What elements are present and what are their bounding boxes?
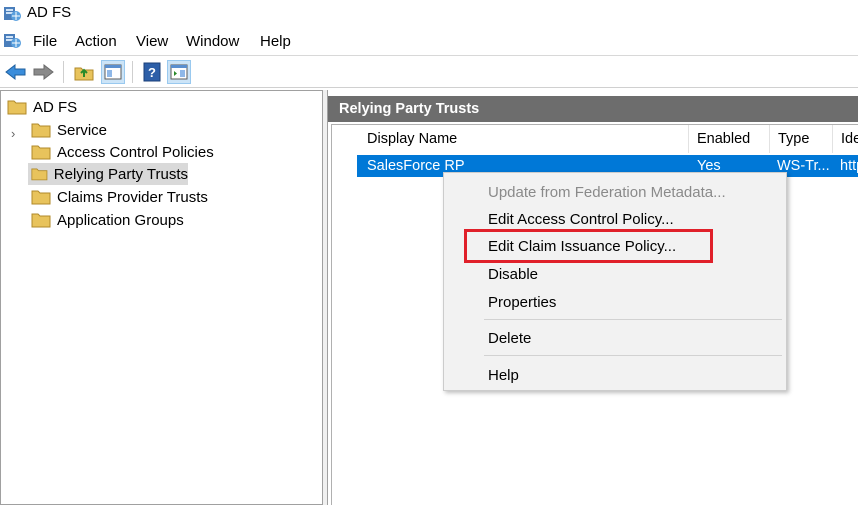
column-header-enabled[interactable]: Enabled xyxy=(689,125,770,153)
title-bar: AD FS xyxy=(0,0,858,28)
tree-item-label: Application Groups xyxy=(57,211,184,229)
menu-item-disable[interactable]: Disable xyxy=(488,266,538,283)
menu-bar: File Action View Window Help xyxy=(0,28,858,56)
tree-item-application-groups[interactable]: Application Groups xyxy=(31,209,184,231)
forward-button[interactable] xyxy=(31,60,55,84)
column-header-type[interactable]: Type xyxy=(770,125,833,153)
show-hide-tree-icon xyxy=(104,64,122,80)
menu-action[interactable]: Action xyxy=(73,33,119,50)
up-one-level-button[interactable] xyxy=(72,60,96,84)
column-header-display-name[interactable]: Display Name xyxy=(359,125,689,153)
tree-root-adfs[interactable]: AD FS xyxy=(7,96,77,118)
window-title: AD FS xyxy=(27,4,72,21)
action-pane-icon xyxy=(170,64,188,80)
svg-text:?: ? xyxy=(148,65,156,80)
column-header-identifier[interactable]: Ide xyxy=(833,125,858,153)
tree-item-label: Access Control Policies xyxy=(57,143,214,161)
forward-arrow-icon xyxy=(33,63,54,81)
folder-icon xyxy=(31,213,51,228)
tree-item-label: Claims Provider Trusts xyxy=(57,188,208,206)
tree-item-access-control-policies[interactable]: Access Control Policies xyxy=(31,141,214,163)
back-arrow-icon xyxy=(5,63,26,81)
folder-icon xyxy=(7,100,27,115)
help-button[interactable]: ? xyxy=(140,60,164,84)
folder-icon xyxy=(31,145,51,160)
menu-view[interactable]: View xyxy=(134,33,170,50)
folder-icon xyxy=(31,190,51,205)
adfs-app-icon xyxy=(4,7,21,21)
folder-icon xyxy=(31,168,48,181)
tree-item-service[interactable]: Service xyxy=(31,119,107,141)
chevron-right-icon[interactable]: › xyxy=(11,126,15,141)
results-pane-header: Relying Party Trusts xyxy=(328,96,858,122)
menu-item-edit-access-control-policy[interactable]: Edit Access Control Policy... xyxy=(488,211,674,228)
menu-separator xyxy=(484,355,782,356)
tree-root-label: AD FS xyxy=(33,98,78,116)
menu-item-update-from-federation-metadata[interactable]: Update from Federation Metadata... xyxy=(488,184,726,201)
context-menu: Update from Federation Metadata... Edit … xyxy=(443,172,787,391)
menu-separator xyxy=(484,319,782,320)
back-button[interactable] xyxy=(4,60,28,84)
cell-identifier: http xyxy=(840,158,858,174)
menu-item-delete[interactable]: Delete xyxy=(488,330,531,347)
up-folder-icon xyxy=(74,67,94,81)
folder-icon xyxy=(31,123,51,138)
tree-item-label: Relying Party Trusts xyxy=(53,165,188,183)
help-icon: ? xyxy=(143,62,161,82)
console-tree: AD FS › Service Access Control Policies … xyxy=(0,90,323,505)
menu-item-properties[interactable]: Properties xyxy=(488,294,556,311)
show-hide-console-tree-button[interactable] xyxy=(101,60,125,84)
menu-item-help[interactable]: Help xyxy=(488,367,519,384)
toolbar: ? xyxy=(0,56,858,88)
toolbar-separator xyxy=(132,61,133,83)
menu-file[interactable]: File xyxy=(31,33,59,50)
adfs-window-icon[interactable] xyxy=(2,31,22,51)
tree-item-claims-provider-trusts[interactable]: Claims Provider Trusts xyxy=(31,186,208,208)
menu-window[interactable]: Window xyxy=(184,33,241,50)
tree-item-relying-party-trusts[interactable]: Relying Party Trusts xyxy=(28,163,188,185)
annotation-highlight-box xyxy=(464,229,713,263)
toolbar-separator xyxy=(63,61,64,83)
menu-help[interactable]: Help xyxy=(258,33,293,50)
show-hide-action-pane-button[interactable] xyxy=(167,60,191,84)
tree-item-label: Service xyxy=(57,121,108,139)
